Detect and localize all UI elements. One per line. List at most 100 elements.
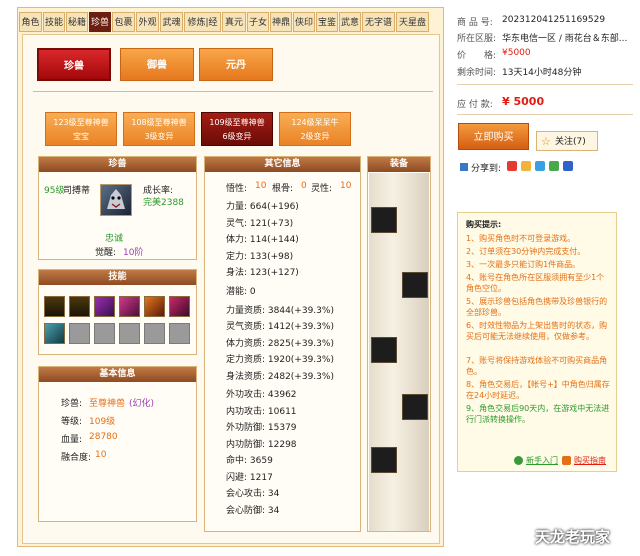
purchase-tips: 购买提示: 1、购买角色时不可登录游戏。 2、订单须在30分钟内完成支付。 3、一次…	[457, 212, 617, 472]
stat-row: 身法: 123(+127)	[226, 268, 299, 278]
tab-1[interactable]: 技能	[43, 12, 65, 32]
aptitude-row: 身法资质: 2482(+39.3%)	[226, 371, 334, 382]
guide-icon	[562, 456, 571, 465]
pet-portrait-icon	[107, 189, 125, 209]
stat-row: 力量: 664(+196)	[226, 202, 299, 212]
watermark: 天龙老玩家	[535, 528, 611, 546]
box-header: 装备	[368, 157, 430, 172]
tip-item: 3、一次最多只能订购1件商品。	[466, 260, 581, 269]
follow-button[interactable]: ☆ 关注(7)	[536, 131, 598, 151]
insight-value: 10	[255, 181, 267, 191]
price-label: 价 格:	[457, 51, 497, 61]
aptitude-row: 定力资质: 1920(+39.3%)	[226, 355, 334, 365]
skills-box: 技能	[38, 269, 197, 355]
guide-link[interactable]: 购买指南	[574, 455, 606, 466]
equip-slot-5[interactable]	[371, 447, 397, 473]
pet-tab-sub: 6级变异	[222, 132, 252, 141]
divider	[457, 114, 633, 115]
species-extra: (幻化)	[129, 399, 155, 409]
tab-12[interactable]: 宝鉴	[316, 12, 338, 32]
other-info-box: 其它信息 悟性: 10 根骨: 0 灵性: 10 力量: 664(+196) 灵气…	[204, 156, 361, 532]
stat-row: 体力: 114(+144)	[226, 235, 299, 245]
equipment-box: 装备	[367, 156, 431, 532]
tip-item: 1、购买角色时不可登录游戏。	[466, 234, 576, 243]
tab-14[interactable]: 无字谱	[362, 12, 395, 32]
newbie-link[interactable]: 新手入门	[526, 455, 558, 466]
tab-7[interactable]: 修炼|经脉	[184, 12, 221, 48]
tab-8[interactable]: 真元	[222, 12, 246, 32]
product-label: 商 品 号:	[457, 18, 493, 28]
tab-9[interactable]: 子女	[247, 12, 269, 32]
fusion-value: 10	[95, 450, 107, 460]
tab-5[interactable]: 外观	[136, 12, 159, 32]
skill-slot-6[interactable]	[169, 296, 190, 317]
combat-row: 会心防御: 34	[226, 505, 280, 516]
skill-slot-9[interactable]	[94, 323, 115, 344]
tab-2[interactable]: 秘籍	[66, 12, 88, 32]
follow-label: 关注(7)	[555, 137, 586, 147]
divider	[33, 91, 433, 92]
skill-slot-4[interactable]	[119, 296, 140, 317]
pet-tab-4[interactable]: 124级呆呆牛 2级变异	[279, 112, 351, 146]
pet-pane: 珍兽 御兽 元丹 123级至尊神兽 宝宝 108级至尊神兽 3级变异 109级至…	[22, 34, 440, 544]
skill-slot-1[interactable]	[44, 296, 65, 317]
pet-tab-sub: 2级变异	[300, 132, 330, 141]
skill-slot-7[interactable]	[44, 323, 65, 344]
category-core-button[interactable]: 元丹	[199, 48, 273, 81]
equip-slot-3[interactable]	[371, 337, 397, 363]
pet-avatar[interactable]	[100, 184, 132, 216]
region-label: 所在区服:	[457, 34, 497, 44]
skill-slot-3[interactable]	[94, 296, 115, 317]
pet-tab-title: 108级至尊神兽	[131, 118, 187, 127]
spirit-value: 10	[340, 181, 352, 191]
newbie-icon	[514, 456, 523, 465]
equip-slot-2[interactable]	[402, 272, 428, 298]
tab-15[interactable]: 天星盘	[396, 12, 429, 32]
equip-slot-1[interactable]	[371, 207, 397, 233]
buy-now-button[interactable]: 立即购买	[458, 123, 529, 150]
due-value: ¥ 5000	[502, 95, 545, 108]
level-value: 109级	[89, 417, 116, 427]
skill-slot-10[interactable]	[119, 323, 140, 344]
douban-share-icon[interactable]	[563, 161, 573, 171]
equip-slot-4[interactable]	[402, 394, 428, 420]
tab-11[interactable]: 侠印	[293, 12, 315, 32]
tab-10[interactable]: 神鼎	[270, 12, 292, 32]
tab-0[interactable]: 角色	[19, 12, 42, 32]
divider	[457, 84, 633, 85]
skill-slot-5[interactable]	[144, 296, 165, 317]
tab-bar: 角色技能秘籍珍兽包裹外观武魂修炼|经脉真元子女神鼎侠印宝鉴武意无字谱天星盘	[18, 12, 445, 48]
tencent-share-icon[interactable]	[535, 161, 545, 171]
tab-3[interactable]: 珍兽	[89, 12, 111, 32]
category-tame-button[interactable]: 御兽	[120, 48, 194, 81]
hp-label: 血量:	[61, 435, 83, 445]
skill-slot-11[interactable]	[144, 323, 165, 344]
category-pet-button[interactable]: 珍兽	[37, 48, 111, 81]
pet-name: 司搏蒂	[63, 186, 91, 196]
qzone-share-icon[interactable]	[521, 161, 531, 171]
pet-tab-title: 109级至尊神兽	[209, 118, 265, 127]
tip-item: 4、账号在角色所在区服须拥有至少1个角色空位。	[466, 273, 605, 293]
pet-tab-2[interactable]: 108级至尊神兽 3级变异	[123, 112, 195, 146]
tab-6[interactable]: 武魂	[160, 12, 183, 32]
combat-row: 闪避: 1217	[226, 472, 273, 483]
tab-4[interactable]: 包裹	[112, 12, 135, 32]
skill-slot-8[interactable]	[69, 323, 90, 344]
root-label: 根骨:	[272, 184, 294, 194]
share-icon	[460, 163, 468, 171]
box-header: 其它信息	[205, 157, 360, 172]
renren-share-icon[interactable]	[549, 161, 559, 171]
skill-slot-12[interactable]	[169, 323, 190, 344]
species-value: 至尊神兽	[89, 399, 126, 409]
pet-tab-1[interactable]: 123级至尊神兽 宝宝	[45, 112, 117, 146]
star-icon: ☆	[541, 135, 551, 148]
skill-slot-2[interactable]	[69, 296, 90, 317]
weibo-share-icon[interactable]	[507, 161, 517, 171]
pet-tab-3[interactable]: 109级至尊神兽 6级变异	[201, 112, 273, 146]
pet-tab-title: 123级至尊神兽	[53, 118, 109, 127]
tab-13[interactable]: 武意	[339, 12, 361, 32]
product-value: 202312041251169529	[502, 15, 606, 25]
awaken-label: 觉醒:	[95, 248, 117, 258]
role-panel: 角色技能秘籍珍兽包裹外观武魂修炼|经脉真元子女神鼎侠印宝鉴武意无字谱天星盘 珍兽…	[17, 7, 444, 547]
time-label: 剩余时间:	[457, 68, 497, 78]
